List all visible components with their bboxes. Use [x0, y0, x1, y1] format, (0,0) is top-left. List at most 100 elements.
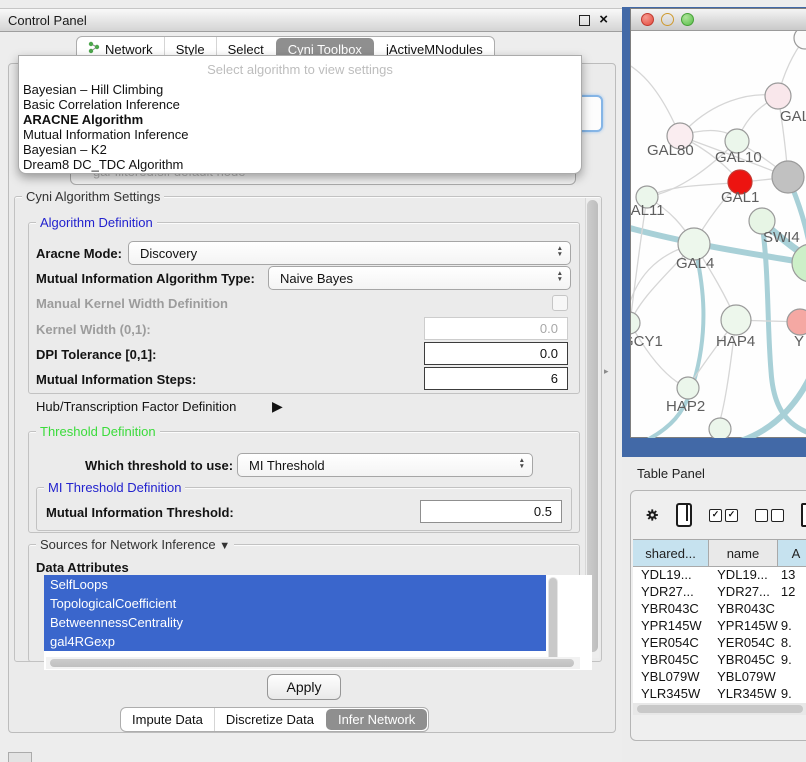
algorithm-option[interactable]: Basic Correlation Inference: [23, 97, 577, 112]
cut-off-button[interactable]: [8, 752, 32, 762]
table-row[interactable]: YBL079WYBL079W: [633, 669, 806, 686]
table-cell: YLR345W: [633, 686, 709, 703]
mi-type-value: Naive Bayes: [280, 271, 353, 286]
node-label: GAL4: [676, 255, 714, 272]
column-header[interactable]: name: [709, 540, 778, 566]
algorithm-option[interactable]: Bayesian – Hill Climbing: [23, 82, 577, 97]
mi-threshold-field[interactable]: 0.5: [420, 500, 562, 523]
maximize-icon[interactable]: [579, 15, 590, 26]
network-canvas[interactable]: GALGAL80GAL10GAL1GAL11SWI4GAL4GCY1HAP4YH…: [631, 31, 806, 438]
mi-threshold-group-title: MI Threshold Definition: [44, 480, 185, 495]
algorithm-option[interactable]: Bayesian – K2: [23, 142, 577, 157]
deselect-all-columns-icon[interactable]: [755, 509, 784, 522]
table-cell: 8.: [778, 635, 806, 652]
table-cell: YER054C: [633, 635, 709, 652]
network-node-hap4[interactable]: [721, 305, 751, 335]
mi-steps-field[interactable]: 6: [424, 367, 568, 390]
zoom-traffic-light-icon[interactable]: [681, 13, 694, 26]
minimize-traffic-light-icon[interactable]: [661, 13, 674, 26]
table-cell: YLR345W: [709, 686, 778, 703]
aracne-mode-combo[interactable]: Discovery ▲▼: [128, 241, 571, 265]
tab-discretize-data[interactable]: Discretize Data: [214, 708, 325, 731]
splitter-handle-icon[interactable]: ▸: [604, 366, 609, 377]
node-table: shared...nameA YDL19...YDL19...13YDR27..…: [633, 539, 806, 715]
table-cell: 9.: [778, 618, 806, 635]
node-label: HAP4: [716, 333, 755, 350]
table-cell: YPR145W: [709, 618, 778, 635]
table-cell: [778, 601, 806, 618]
columns-icon[interactable]: [676, 503, 693, 527]
table-row[interactable]: YPR145WYPR145W9.: [633, 618, 806, 635]
data-attributes-list: SelfLoopsTopologicalCoefficientBetweenne…: [44, 575, 592, 670]
dpi-tolerance-field[interactable]: 0.0: [424, 342, 568, 365]
table-hscrollbar-thumb[interactable]: [637, 705, 803, 713]
which-threshold-value: MI Threshold: [249, 458, 325, 473]
apply-button[interactable]: Apply: [267, 674, 341, 700]
gear-icon[interactable]: [646, 505, 659, 525]
close-icon[interactable]: ×: [599, 13, 608, 27]
network-node-hap2[interactable]: [677, 377, 699, 399]
network-node[interactable]: [772, 161, 804, 193]
table-cell: YBR045C: [633, 652, 709, 669]
network-node-y[interactable]: [787, 309, 806, 335]
table-row[interactable]: YER054CYER054C8.: [633, 635, 806, 652]
dpi-tolerance-value: 0.0: [540, 346, 558, 361]
algorithm-option[interactable]: ARACNE Algorithm: [23, 112, 577, 127]
kernel-width-field[interactable]: 0.0: [424, 317, 568, 340]
tab-infer-network[interactable]: Infer Network: [326, 709, 427, 730]
close-traffic-light-icon[interactable]: [641, 13, 654, 26]
table-row[interactable]: YDL19...YDL19...13: [633, 567, 806, 584]
attribute-item[interactable]: SelfLoops: [44, 575, 546, 594]
node-label: GAL11: [631, 202, 665, 219]
attribute-item[interactable]: gal4RGexp: [44, 632, 546, 651]
table-row[interactable]: YBR043CYBR043C: [633, 601, 806, 618]
document-icon[interactable]: [801, 503, 806, 527]
which-threshold-combo[interactable]: MI Threshold ▲▼: [237, 453, 533, 477]
network-node-gal[interactable]: [765, 83, 791, 109]
table-cell: 12: [778, 584, 806, 601]
table-cell: 9.: [778, 652, 806, 669]
manual-kernel-label: Manual Kernel Width Definition: [36, 296, 228, 311]
column-header[interactable]: shared...: [633, 540, 709, 566]
algorithm-option[interactable]: Dream8 DC_TDC Algorithm: [23, 157, 577, 172]
algorithm-option[interactable]: Mutual Information Inference: [23, 127, 577, 142]
stepper-icon: ▲▼: [519, 458, 525, 470]
attributes-scrollbar-thumb[interactable]: [549, 578, 557, 662]
manual-kernel-checkbox[interactable]: [552, 295, 568, 311]
table-toolbar: ✓✓: [631, 491, 806, 539]
aracne-mode-value: Discovery: [140, 246, 197, 261]
table-panel-frame: ✓✓ shared...nameA YDL19...YDL19...13YDR2…: [630, 490, 806, 741]
table-row[interactable]: YBR045CYBR045C9.: [633, 652, 806, 669]
node-label: HAP2: [666, 398, 705, 415]
threshold-definition-title: Threshold Definition: [36, 424, 160, 439]
attribute-item[interactable]: BetweennessCentrality: [44, 613, 546, 632]
collapse-down-icon[interactable]: ▼: [219, 540, 230, 552]
table-row[interactable]: YDR27...YDR27...12: [633, 584, 806, 601]
node-label: GCY1: [631, 333, 663, 350]
network-node[interactable]: [709, 418, 731, 438]
node-label: Y: [794, 333, 804, 350]
attribute-item[interactable]: TopologicalCoefficient: [44, 594, 546, 613]
table-cell: [778, 669, 806, 686]
network-edge[interactable]: [689, 361, 806, 438]
expand-right-icon[interactable]: ▶: [272, 398, 283, 415]
mi-steps-value: 6: [551, 371, 558, 386]
network-window-titlebar[interactable]: [631, 9, 806, 31]
stepper-icon: ▲▼: [557, 246, 563, 258]
network-node-gcy1[interactable]: [631, 312, 640, 334]
attributes-scrollbar-track[interactable]: [548, 577, 558, 665]
select-all-columns-icon[interactable]: ✓✓: [709, 509, 738, 522]
bottom-tab-bar: Impute DataDiscretize DataInfer Network: [120, 707, 429, 732]
mi-steps-label: Mutual Information Steps:: [36, 372, 196, 387]
column-header[interactable]: A: [778, 540, 806, 566]
algorithm-dropdown-placeholder: Select algorithm to view settings: [19, 62, 581, 77]
mi-type-combo[interactable]: Naive Bayes ▲▼: [268, 266, 571, 290]
tab-impute-data[interactable]: Impute Data: [121, 708, 214, 731]
network-node[interactable]: [794, 31, 806, 49]
hub-section-label: Hub/Transcription Factor Definition: [36, 399, 236, 414]
network-edge[interactable]: [680, 95, 778, 136]
table-hscrollbar-track[interactable]: [633, 703, 806, 715]
table-row[interactable]: YLR345WYLR345W9.: [633, 686, 806, 703]
attributes-hscrollbar-track[interactable]: [46, 657, 580, 669]
attributes-hscrollbar-thumb[interactable]: [50, 659, 574, 667]
